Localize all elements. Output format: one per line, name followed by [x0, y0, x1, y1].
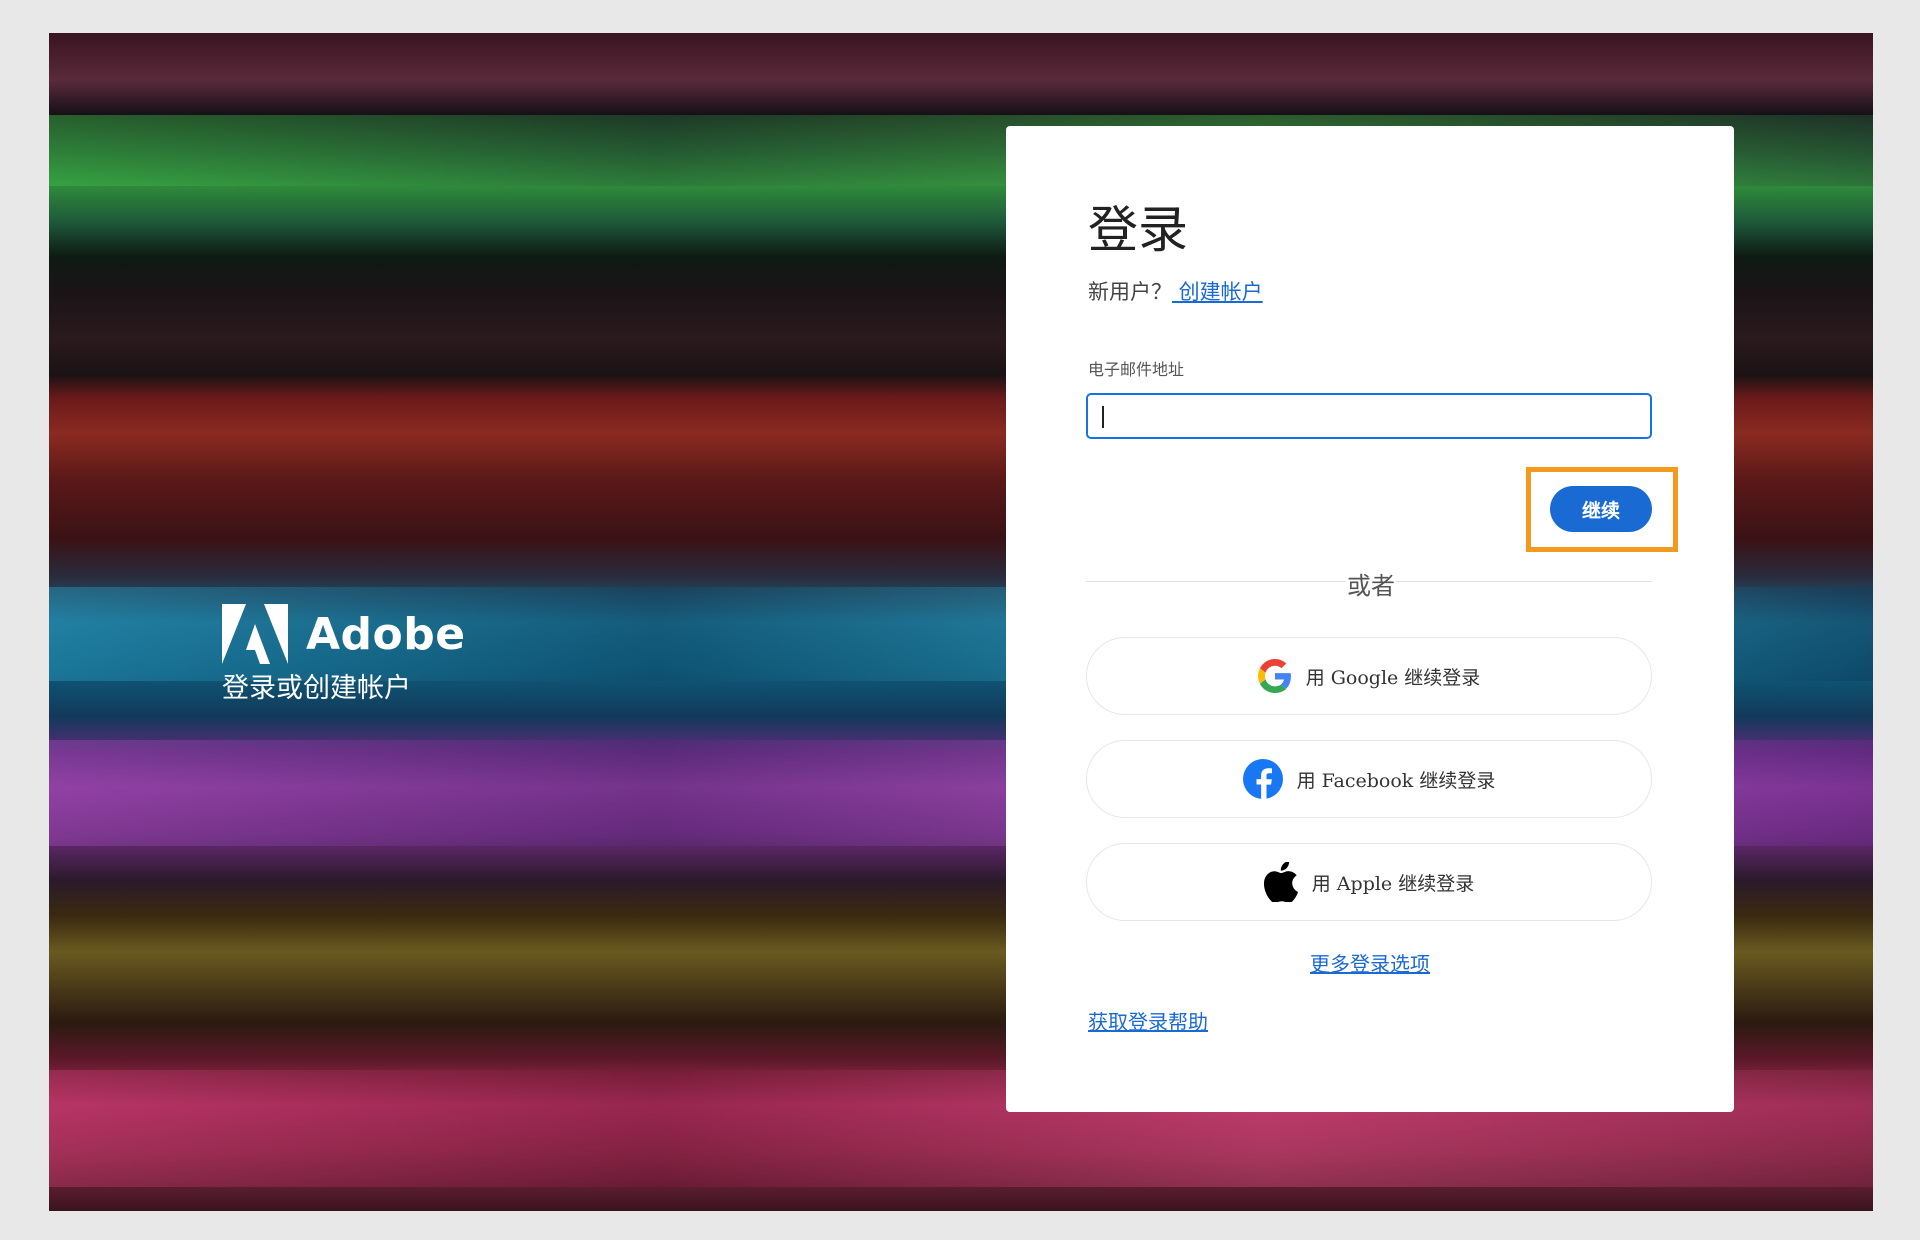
- facebook-signin-label: 用 Facebook 继续登录: [1296, 769, 1496, 792]
- apple-signin-label: 用 Apple 继续登录: [1311, 872, 1475, 895]
- more-signin-options-link[interactable]: 更多登录选项: [1310, 952, 1430, 976]
- brand-block: Adobe 登录或创建帐户: [222, 604, 466, 705]
- signin-help-link[interactable]: 获取登录帮助: [1088, 1010, 1208, 1034]
- login-card: 登录 新用户？ 创建帐户 电子邮件地址 继续 或者 用 Google 继续登录 …: [1006, 126, 1734, 1112]
- facebook-signin-button[interactable]: 用 Facebook 继续登录: [1086, 740, 1652, 818]
- google-signin-button[interactable]: 用 Google 继续登录: [1086, 637, 1652, 715]
- create-account-link[interactable]: 创建帐户: [1172, 280, 1263, 304]
- continue-button[interactable]: 继续: [1550, 486, 1652, 532]
- apple-icon: [1263, 862, 1298, 902]
- apple-signin-button[interactable]: 用 Apple 继续登录: [1086, 843, 1652, 921]
- help-row: 获取登录帮助: [1088, 1006, 1208, 1035]
- facebook-icon: [1242, 759, 1283, 799]
- adobe-logo-icon: [222, 604, 288, 664]
- new-user-prompt: 新用户？: [1088, 280, 1172, 304]
- google-icon: [1257, 659, 1291, 693]
- email-field[interactable]: [1086, 393, 1652, 439]
- brand-name: Adobe: [306, 608, 466, 660]
- google-signin-label: 用 Google 继续登录: [1305, 666, 1481, 689]
- email-label: 电子邮件地址: [1088, 360, 1185, 379]
- more-options-row: 更多登录选项: [1006, 948, 1734, 977]
- page-title: 登录: [1088, 201, 1188, 259]
- brand-tagline: 登录或创建帐户: [222, 673, 411, 704]
- new-user-row: 新用户？ 创建帐户: [1088, 276, 1263, 306]
- text-caret: [1102, 406, 1104, 428]
- or-separator: 或者: [1346, 566, 1396, 601]
